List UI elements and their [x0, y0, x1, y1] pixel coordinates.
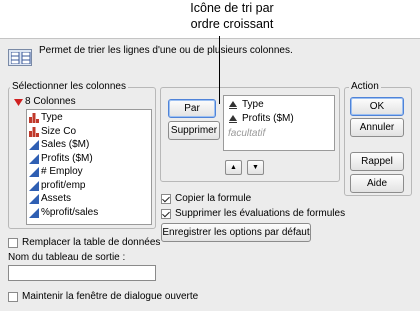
keep-dialog-open-checkbox[interactable] — [8, 292, 18, 302]
continuous-triangle-icon — [29, 153, 39, 164]
sort-ascending-icon: ▲ — [230, 164, 237, 171]
continuous-triangle-icon — [29, 167, 39, 177]
callout-line-1: Icône de tri par — [190, 1, 274, 15]
continuous-triangle-icon — [29, 207, 39, 218]
remove-formula-evals-label: Supprimer les évaluations de formules — [175, 208, 346, 219]
callout-line-2: ordre croissant — [190, 17, 274, 31]
callout-pointer-line — [219, 36, 220, 104]
replace-table-checkbox[interactable] — [8, 238, 18, 248]
remove-formula-evals-checkbox[interactable] — [161, 209, 171, 219]
dialog-description: Permet de trier les lignes d'une ou de p… — [39, 45, 293, 56]
cancel-button[interactable]: Annuler — [350, 118, 404, 137]
nominal-bar-icon — [29, 113, 39, 123]
sort-descending-icon: ▼ — [252, 164, 259, 171]
callout-annotation: Icône de tri par ordre croissant — [176, 0, 288, 32]
sort-columns-list[interactable]: Type Profits ($M) facultatif — [223, 95, 335, 151]
copy-formula-checkbox[interactable] — [161, 194, 171, 204]
save-defaults-button[interactable]: Enregistrer les options par défaut — [161, 223, 311, 242]
output-table-label: Nom du tableau de sortie : — [8, 252, 126, 263]
column-label: profit/emp — [41, 179, 86, 191]
optional-placeholder: facultatif — [228, 128, 266, 139]
continuous-triangle-icon — [29, 140, 39, 150]
by-button[interactable]: Par — [168, 99, 216, 118]
continuous-triangle-icon — [29, 194, 39, 204]
keep-dialog-open-label: Maintenir la fenêtre de dialogue ouverte — [22, 291, 199, 302]
descending-sort-button[interactable]: ▼ — [247, 160, 264, 175]
copy-formula-label: Copier la formule — [175, 193, 252, 204]
columns-count-label: 8 Colonnes — [25, 96, 76, 107]
column-label: # Employ — [41, 166, 83, 177]
recall-button[interactable]: Rappel — [350, 152, 404, 171]
sort-ascending-icon[interactable] — [229, 101, 237, 109]
ascending-sort-button[interactable]: ▲ — [225, 160, 242, 175]
nominal-bar-icon — [29, 126, 39, 137]
dialog-top-border — [0, 38, 420, 39]
column-label: Assets — [41, 193, 72, 204]
sort-tool-icon — [8, 49, 32, 66]
ok-button[interactable]: OK — [350, 97, 404, 116]
help-button[interactable]: Aide — [350, 174, 404, 193]
output-table-name-input[interactable] — [8, 265, 156, 281]
select-columns-title: Sélectionner les colonnes — [10, 81, 128, 92]
remove-button[interactable]: Supprimer — [168, 121, 220, 140]
column-label: Size Co — [41, 125, 77, 137]
action-title: Action — [349, 81, 381, 92]
continuous-triangle-icon — [29, 180, 39, 191]
columns-list[interactable]: Type Size Co Sales ($M) Profits ($M) # Emplo… — [26, 109, 152, 225]
sort-item-label: Profits ($M) — [242, 113, 294, 124]
column-label: Sales ($M) — [41, 139, 90, 150]
column-label: %profit/sales — [41, 206, 99, 218]
column-label: Type — [41, 112, 63, 123]
sort-item-label: Type — [242, 99, 264, 110]
columns-count-header[interactable]: 8 Colonnes — [14, 96, 154, 108]
sort-ascending-icon[interactable] — [229, 115, 237, 123]
replace-table-label: Remplacer la table de données — [22, 237, 161, 248]
chevron-down-icon[interactable] — [14, 99, 23, 106]
column-label: Profits ($M) — [41, 152, 93, 164]
